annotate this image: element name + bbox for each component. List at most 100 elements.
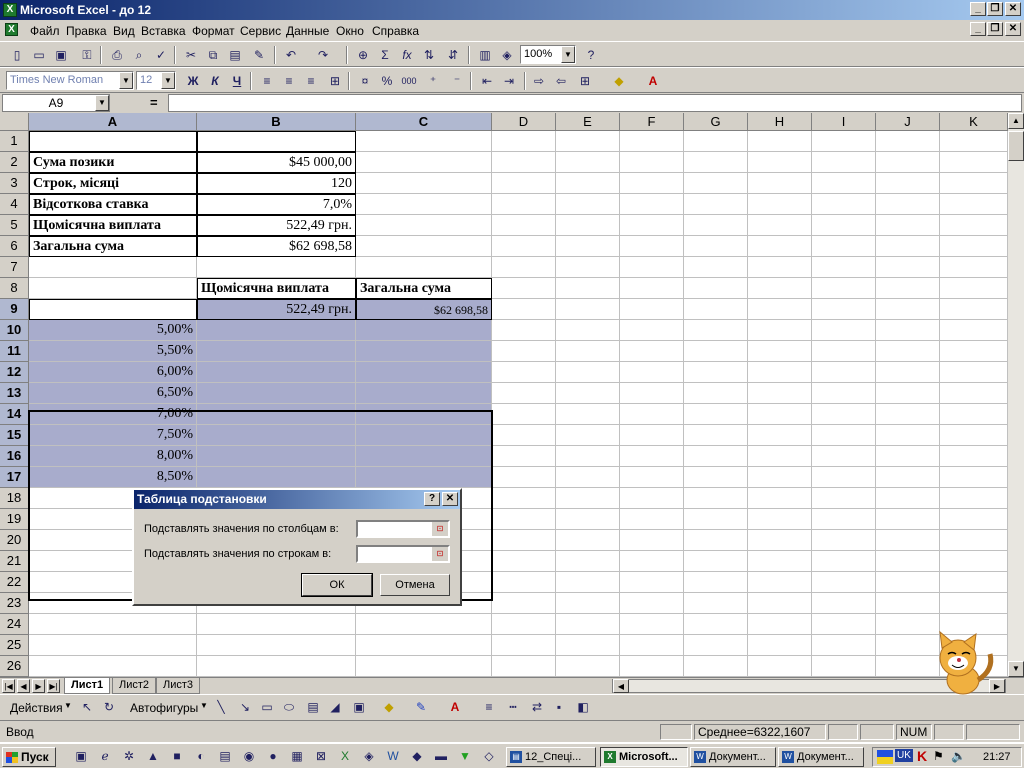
cell-c15[interactable]	[356, 425, 492, 446]
cell-i2[interactable]	[812, 152, 876, 173]
cell-i4[interactable]	[812, 194, 876, 215]
row-header-8[interactable]: 8	[0, 278, 29, 299]
scroll-left-icon[interactable]: ◀	[613, 679, 629, 693]
row-header-16[interactable]: 16	[0, 446, 29, 467]
cell-g2[interactable]	[684, 152, 748, 173]
cell-i1[interactable]	[812, 131, 876, 152]
cell-k3[interactable]	[940, 173, 1008, 194]
cell-f8[interactable]	[620, 278, 684, 299]
cell-f20[interactable]	[620, 530, 684, 551]
cell-e11[interactable]	[556, 341, 620, 362]
cell-g14[interactable]	[684, 404, 748, 425]
cell-a4[interactable]: Відсоткова ставка	[29, 194, 197, 215]
row-header-23[interactable]: 23	[0, 593, 29, 614]
quicklaunch-app10-icon[interactable]: ◈	[360, 747, 378, 765]
cell-h24[interactable]	[748, 614, 812, 635]
fill-color-draw-icon[interactable]: ◆	[380, 698, 398, 716]
paste-icon[interactable]: ▤	[226, 46, 244, 64]
row-header-20[interactable]: 20	[0, 530, 29, 551]
cell-f22[interactable]	[620, 572, 684, 593]
last-sheet-icon[interactable]: ▶|	[47, 679, 60, 693]
cell-i8[interactable]	[812, 278, 876, 299]
cell-k10[interactable]	[940, 320, 1008, 341]
cell-h20[interactable]	[748, 530, 812, 551]
cell-e23[interactable]	[556, 593, 620, 614]
cell-k11[interactable]	[940, 341, 1008, 362]
cell-e10[interactable]	[556, 320, 620, 341]
cell-a26[interactable]	[29, 656, 197, 677]
cell-d13[interactable]	[492, 383, 556, 404]
cell-k22[interactable]	[940, 572, 1008, 593]
dialog-help-button[interactable]: ?	[424, 492, 440, 506]
cell-f13[interactable]	[620, 383, 684, 404]
cell-c12[interactable]	[356, 362, 492, 383]
cell-h23[interactable]	[748, 593, 812, 614]
cell-b15[interactable]	[197, 425, 356, 446]
cell-h26[interactable]	[748, 656, 812, 677]
quicklaunch-app13-icon[interactable]: ▼	[456, 747, 474, 765]
cell-f6[interactable]	[620, 236, 684, 257]
sheet-tab-3[interactable]: Лист3	[156, 678, 201, 694]
cell-f2[interactable]	[620, 152, 684, 173]
document-icon[interactable]: X	[5, 23, 18, 36]
copy-icon[interactable]: ⧉	[204, 46, 222, 64]
cell-i19[interactable]	[812, 509, 876, 530]
row-header-15[interactable]: 15	[0, 425, 29, 446]
cell-e19[interactable]	[556, 509, 620, 530]
col-header-e[interactable]: E	[556, 113, 620, 131]
rotate-icon[interactable]: ↻	[100, 698, 118, 716]
cell-j9[interactable]	[876, 299, 940, 320]
cell-b7[interactable]	[197, 257, 356, 278]
cell-c6[interactable]	[356, 236, 492, 257]
cell-b6[interactable]: $62 698,58	[197, 236, 356, 257]
cell-j19[interactable]	[876, 509, 940, 530]
ok-button[interactable]: ОК	[301, 573, 373, 597]
first-sheet-icon[interactable]: |◀	[2, 679, 15, 693]
cell-d9[interactable]	[492, 299, 556, 320]
cell-k12[interactable]	[940, 362, 1008, 383]
cell-k21[interactable]	[940, 551, 1008, 572]
cell-j13[interactable]	[876, 383, 940, 404]
permission-icon[interactable]: ⚿	[78, 46, 96, 64]
cell-j7[interactable]	[876, 257, 940, 278]
cell-b4[interactable]: 7,0%	[197, 194, 356, 215]
scroll-thumb[interactable]	[1008, 131, 1024, 161]
col-header-a[interactable]: A	[29, 113, 197, 131]
cell-g6[interactable]	[684, 236, 748, 257]
cell-a3[interactable]: Строк, місяці	[29, 173, 197, 194]
cell-g25[interactable]	[684, 635, 748, 656]
range-picker-icon[interactable]: ⊡	[432, 522, 448, 536]
thousands-button[interactable]: 000	[400, 72, 418, 90]
doc-close-button[interactable]: ✕	[1005, 22, 1021, 36]
cell-c25[interactable]	[356, 635, 492, 656]
cell-j11[interactable]	[876, 341, 940, 362]
row-header-17[interactable]: 17	[0, 467, 29, 488]
cancel-button[interactable]: Отмена	[380, 574, 450, 596]
row-header-19[interactable]: 19	[0, 509, 29, 530]
cell-g11[interactable]	[684, 341, 748, 362]
menu-format[interactable]: Формат	[192, 24, 235, 38]
row-header-5[interactable]: 5	[0, 215, 29, 236]
sheet-tab-1[interactable]: Лист1	[64, 678, 111, 694]
cell-e4[interactable]	[556, 194, 620, 215]
name-box[interactable]: A9 ▼	[2, 94, 110, 112]
cell-j12[interactable]	[876, 362, 940, 383]
autoshapes-dropdown-icon[interactable]: ▼	[200, 701, 208, 710]
next-sheet-icon[interactable]: ▶	[32, 679, 45, 693]
cell-j15[interactable]	[876, 425, 940, 446]
cell-h21[interactable]	[748, 551, 812, 572]
start-button[interactable]: Пуск	[2, 747, 56, 767]
cell-i10[interactable]	[812, 320, 876, 341]
font-name-select[interactable]: Times New Roman ▼	[6, 71, 134, 90]
cell-e8[interactable]	[556, 278, 620, 299]
row-header-12[interactable]: 12	[0, 362, 29, 383]
cell-h13[interactable]	[748, 383, 812, 404]
cell-h3[interactable]	[748, 173, 812, 194]
cell-d15[interactable]	[492, 425, 556, 446]
cell-d23[interactable]	[492, 593, 556, 614]
cell-f12[interactable]	[620, 362, 684, 383]
cell-i21[interactable]	[812, 551, 876, 572]
align-left-icon[interactable]: ≡	[258, 72, 276, 90]
menu-data[interactable]: Данные	[286, 24, 329, 38]
cell-h9[interactable]	[748, 299, 812, 320]
